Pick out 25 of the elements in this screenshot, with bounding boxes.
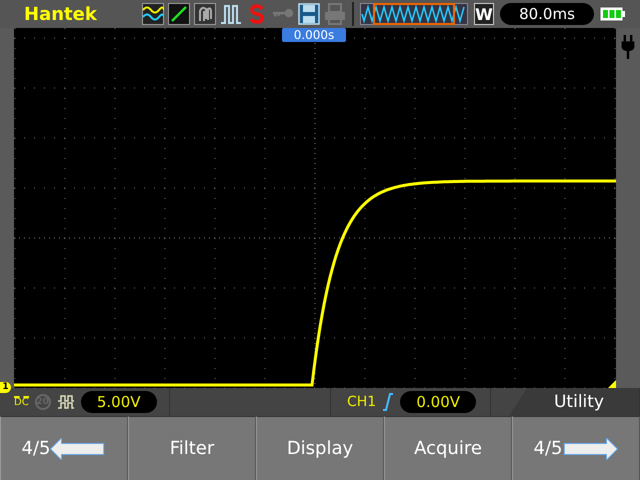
- brand-logo: Hantek: [24, 4, 98, 24]
- channel-marker: 1: [0, 382, 11, 393]
- softkey-button[interactable]: 4/5: [0, 416, 128, 480]
- softkey-button[interactable]: Display: [256, 416, 384, 480]
- rising-edge-icon: [382, 393, 394, 411]
- time-offset-marker: 0.000s: [282, 28, 346, 42]
- trigger-source-label: CH1: [347, 394, 376, 410]
- power-plug-icon: [620, 34, 636, 60]
- trigger-level-readout: 0.00V: [400, 391, 476, 413]
- window-mode-indicator: W: [474, 3, 494, 25]
- volts-per-division-readout: 5.00V: [80, 391, 157, 413]
- timebase-readout: 80.0ms: [500, 3, 594, 25]
- softkey-button[interactable]: Acquire: [384, 416, 512, 480]
- waveform-display-icon[interactable]: [142, 3, 164, 25]
- pulse-icon: [56, 394, 75, 410]
- coupling-label: DC: [14, 396, 29, 408]
- persistence-icon[interactable]: [194, 3, 216, 25]
- right-arrow-icon: [562, 438, 618, 460]
- softkey-button[interactable]: Filter: [128, 416, 256, 480]
- waveform-overview-icon[interactable]: [360, 3, 468, 25]
- pulse-icon[interactable]: [220, 3, 242, 25]
- battery-icon: [600, 7, 626, 21]
- softkey-button[interactable]: 4/5: [512, 416, 640, 480]
- left-arrow-icon: [50, 438, 106, 460]
- xy-mode-icon[interactable]: [168, 3, 190, 25]
